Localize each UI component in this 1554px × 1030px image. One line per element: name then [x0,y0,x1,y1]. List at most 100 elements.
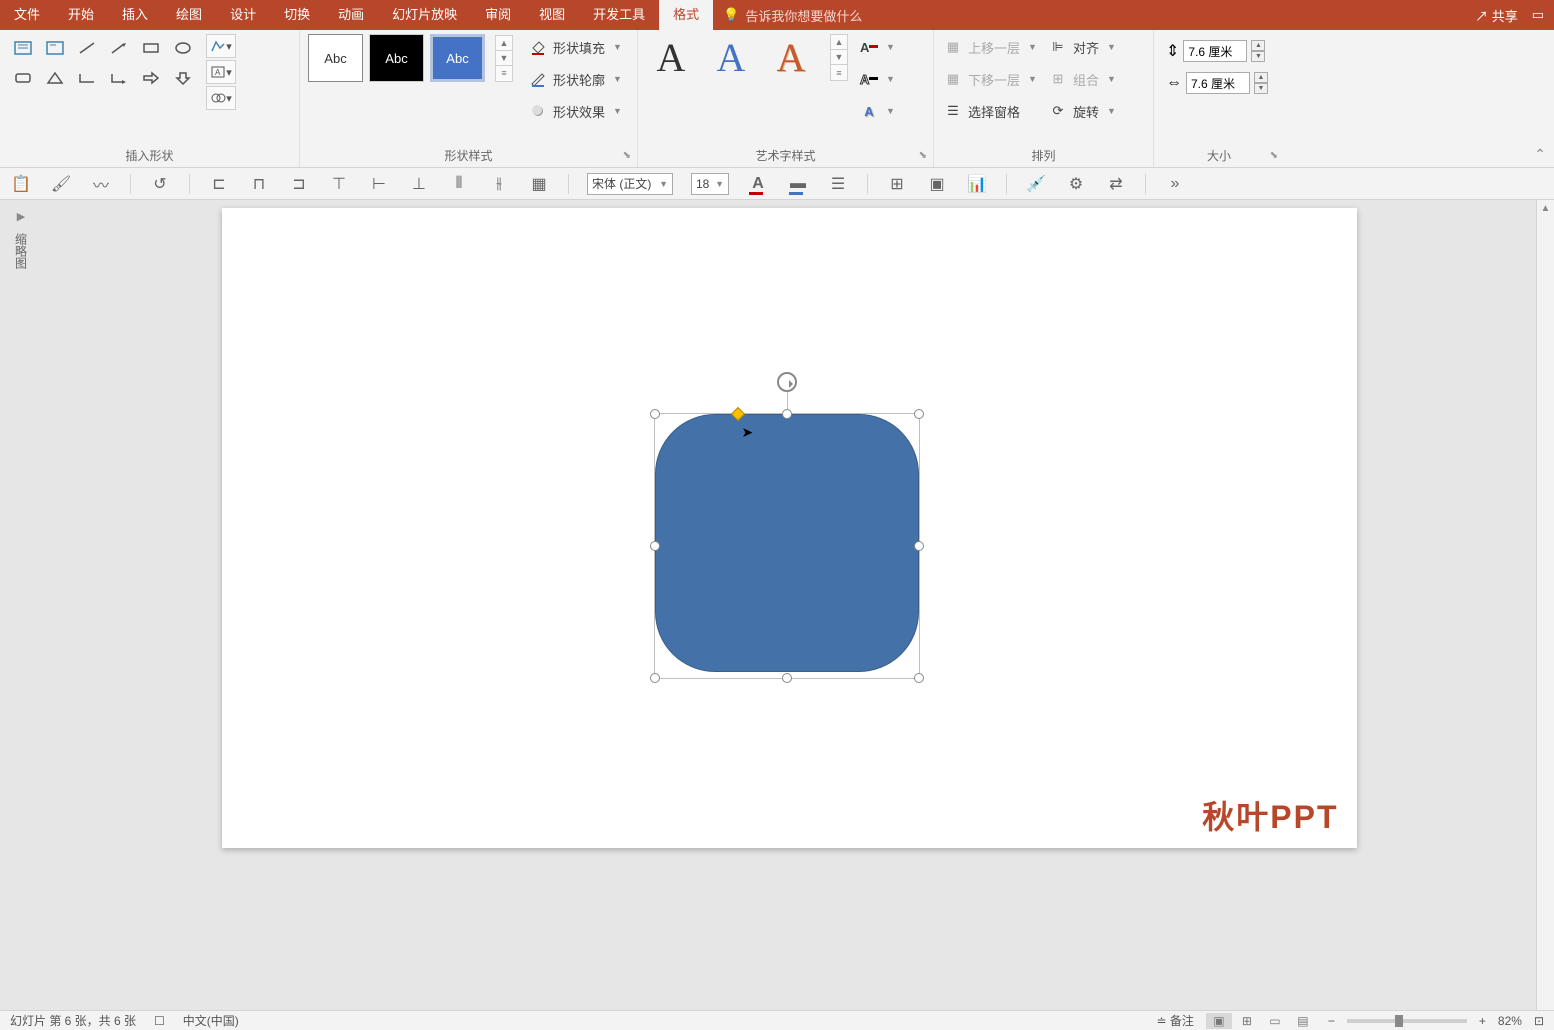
collapse-ribbon-button[interactable]: ⌃ [1534,146,1546,163]
notes-button[interactable]: ≐ 备注 [1156,1012,1193,1029]
qt-align-middle-icon[interactable]: ⊢ [368,173,390,195]
font-size-combo[interactable]: 18▼ [691,173,729,195]
menu-animations[interactable]: 动画 [324,0,378,30]
qt-paragraph-icon[interactable]: ☰ [827,173,849,195]
shape-down-arrow-icon[interactable] [168,64,198,92]
vertical-scrollbar[interactable]: ▲ [1536,200,1554,1010]
shape-triangle-icon[interactable] [40,64,70,92]
view-sorter-icon[interactable]: ⊞ [1234,1013,1260,1029]
shape-style-1[interactable]: Abc [308,34,363,82]
qt-insert-icon[interactable]: ⊞ [886,173,908,195]
menu-file[interactable]: 文件 [0,0,54,30]
shape-elbow-arrow-icon[interactable] [104,64,134,92]
slide-canvas[interactable]: ➤ 秋叶PPT [222,208,1357,848]
shape-arrow-line-icon[interactable] [104,34,134,62]
shape-rectangle-icon[interactable] [136,34,166,62]
resize-handle-sw[interactable] [650,673,660,683]
qt-distribute-v-icon[interactable]: ⫳ [488,173,510,195]
qt-align-center-icon[interactable]: ⊓ [248,173,270,195]
menu-transitions[interactable]: 切换 [270,0,324,30]
fit-to-window-icon[interactable]: ⊡ [1534,1014,1544,1028]
send-backward-button[interactable]: ▦下移一层▼ [944,66,1037,92]
shape-style-gallery[interactable]: Abc Abc Abc ▲▼≡ [308,34,513,82]
resize-handle-ne[interactable] [914,409,924,419]
rounded-rectangle-shape[interactable] [655,414,919,672]
selection-pane-button[interactable]: ☰选择窗格 [944,98,1037,124]
bring-forward-button[interactable]: ▦上移一层▼ [944,34,1037,60]
zoom-slider[interactable] [1347,1019,1467,1023]
menu-home[interactable]: 开始 [54,0,108,30]
resize-handle-nw[interactable] [650,409,660,419]
shape-width-input[interactable]: 7.6 厘米 [1186,72,1250,94]
qt-layout-icon[interactable]: ▣ [926,173,948,195]
menu-draw[interactable]: 绘图 [162,0,216,30]
qt-snap-icon[interactable]: ▦ [528,173,550,195]
scrollbar-up-icon[interactable]: ▲ [1537,200,1554,218]
shape-style-3[interactable]: Abc [430,34,485,82]
view-slideshow-icon[interactable]: ▤ [1290,1013,1316,1029]
shape-textbox2-icon[interactable] [40,34,70,62]
width-spin-up[interactable]: ▲ [1254,72,1268,83]
shape-fill-button[interactable]: 形状填充▼ [529,34,622,60]
shape-line-icon[interactable] [72,34,102,62]
qt-distribute-h-icon[interactable]: ⫴ [448,173,470,195]
share-button[interactable]: ↗ 共享 [1475,6,1518,25]
shape-effects-button[interactable]: 形状效果▼ [529,98,622,124]
qt-reset-icon[interactable]: ↺ [149,173,171,195]
menu-developer[interactable]: 开发工具 [579,0,659,30]
merge-shapes-button[interactable]: ▾ [206,86,236,110]
resize-handle-e[interactable] [914,541,924,551]
qt-chart-icon[interactable]: 📊 [966,173,988,195]
text-effects-button[interactable]: A▼ [860,98,895,124]
qt-align-top-icon[interactable]: ⊤ [328,173,350,195]
qt-brush-icon[interactable]: 〰 [90,173,112,195]
shape-gallery[interactable] [8,34,198,92]
resize-handle-s[interactable] [782,673,792,683]
width-spin-down[interactable]: ▼ [1254,83,1268,94]
thumbnail-rail[interactable]: ▶ 缩略图 [0,200,42,1010]
comments-icon[interactable]: ▭ [1532,7,1544,23]
textbox-button[interactable]: A▾ [206,60,236,84]
font-name-combo[interactable]: 宋体 (正文)▼ [587,173,673,195]
view-reading-icon[interactable]: ▭ [1262,1013,1288,1029]
wordart-gallery[interactable]: A A A ▲▼≡ [646,34,848,81]
accessibility-icon[interactable]: ☐ [154,1014,165,1028]
language-status[interactable]: 中文(中国) [183,1012,239,1029]
shape-height-input[interactable]: 7.6 厘米 [1183,40,1247,62]
text-fill-button[interactable]: A▼ [860,34,895,60]
menu-slideshow[interactable]: 幻灯片放映 [378,0,471,30]
shape-right-arrow-icon[interactable] [136,64,166,92]
edit-shape-button[interactable]: ▾ [206,34,236,58]
qt-replace-icon[interactable]: ⇄ [1105,173,1127,195]
style-gallery-scroll[interactable]: ▲▼≡ [495,35,513,82]
qt-more-icon[interactable]: » [1164,173,1186,195]
group-button[interactable]: ⊞组合▼ [1049,66,1116,92]
qt-align-right-icon[interactable]: ⊐ [288,173,310,195]
menu-format[interactable]: 格式 [659,0,713,30]
shape-styles-launcher[interactable]: ⬊ [623,147,631,165]
zoom-out-button[interactable]: − [1328,1014,1335,1028]
zoom-slider-thumb[interactable] [1395,1015,1403,1027]
qt-highlight-icon[interactable]: ▬ [787,173,809,195]
menu-review[interactable]: 审阅 [471,0,525,30]
shape-style-2[interactable]: Abc [369,34,424,82]
menu-view[interactable]: 视图 [525,0,579,30]
wordart-style-3[interactable]: A [766,34,816,81]
qt-align-bottom-icon[interactable]: ⊥ [408,173,430,195]
resize-handle-se[interactable] [914,673,924,683]
qt-settings-icon[interactable]: ⚙ [1065,173,1087,195]
shape-rounded-rect-icon[interactable] [8,64,38,92]
shape-textbox-icon[interactable] [8,34,38,62]
qt-paste-icon[interactable]: 📋 [10,173,32,195]
shape-outline-button[interactable]: 形状轮廓▼ [529,66,622,92]
canvas-area[interactable]: ➤ 秋叶PPT [42,200,1536,1010]
view-normal-icon[interactable]: ▣ [1206,1013,1232,1029]
resize-handle-n[interactable] [782,409,792,419]
zoom-percent[interactable]: 82% [1498,1014,1522,1028]
height-spin-down[interactable]: ▼ [1251,51,1265,62]
qt-format-painter-icon[interactable]: 🖌 [50,173,72,195]
align-button[interactable]: ⊫对齐▼ [1049,34,1116,60]
menu-design[interactable]: 设计 [216,0,270,30]
shape-oval-icon[interactable] [168,34,198,62]
rotation-handle[interactable] [777,372,797,392]
